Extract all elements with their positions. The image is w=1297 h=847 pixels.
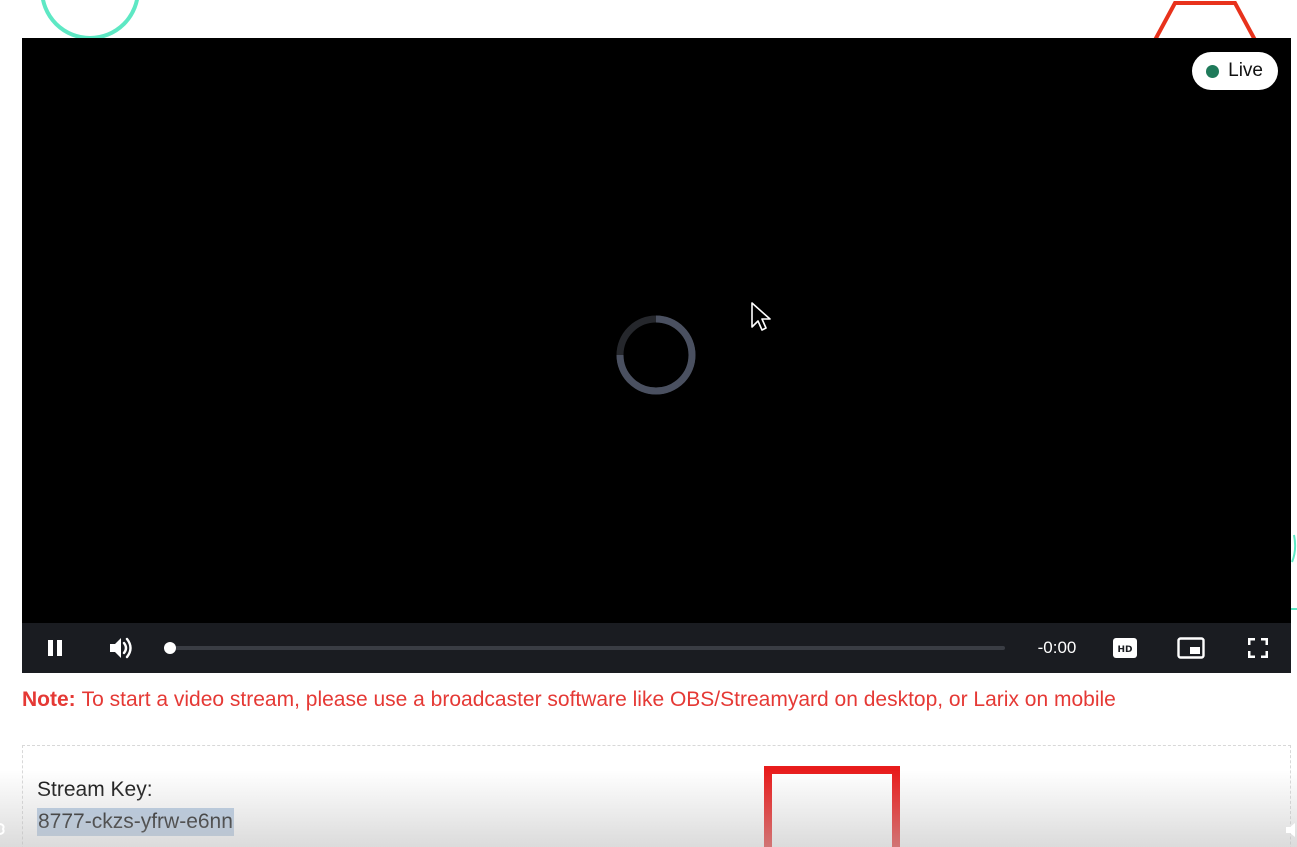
time-remaining: -0:00 (1037, 638, 1077, 657)
broadcaster-note: Note: To start a video stream, please use… (22, 688, 1116, 712)
decorative-circle (40, 0, 140, 40)
edge-volume-icon (1286, 823, 1295, 837)
volume-button[interactable] (102, 623, 140, 673)
quality-button[interactable]: HD (1108, 623, 1142, 673)
edge-glyph-icon (0, 823, 5, 835)
pause-button[interactable] (36, 623, 74, 673)
seek-bar[interactable] (164, 642, 1005, 654)
live-badge: Live (1192, 52, 1278, 90)
pause-icon (48, 640, 62, 656)
live-indicator-dot (1206, 64, 1220, 78)
picture-in-picture-icon (1177, 637, 1205, 659)
loading-spinner-icon (616, 315, 696, 395)
seek-handle[interactable] (164, 642, 176, 654)
mouse-cursor-icon (751, 302, 771, 331)
hd-badge-label: HD (1117, 645, 1132, 655)
stream-key-value[interactable]: 8777-ckzs-yfrw-e6nn (37, 808, 234, 836)
live-label: Live (1228, 60, 1263, 81)
decorative-square (764, 766, 900, 847)
decorative-hexagon (1153, 1, 1257, 40)
picture-in-picture-button[interactable] (1172, 623, 1210, 673)
page: Live -0:00 HD Note: To start a video str… (0, 0, 1297, 847)
video-player[interactable]: Live -0:00 HD (22, 38, 1291, 673)
note-label: Note: (22, 688, 76, 711)
note-text: To start a video stream, please use a br… (81, 688, 1116, 711)
stream-key-label: Stream Key: (37, 778, 153, 801)
volume-icon (110, 637, 132, 659)
fullscreen-button[interactable] (1240, 623, 1276, 673)
hd-icon: HD (1113, 638, 1137, 658)
player-control-bar: -0:00 HD (22, 623, 1291, 673)
stream-key-panel: Stream Key: 8777-ckzs-yfrw-e6nn (22, 745, 1291, 847)
fullscreen-icon (1248, 638, 1268, 658)
